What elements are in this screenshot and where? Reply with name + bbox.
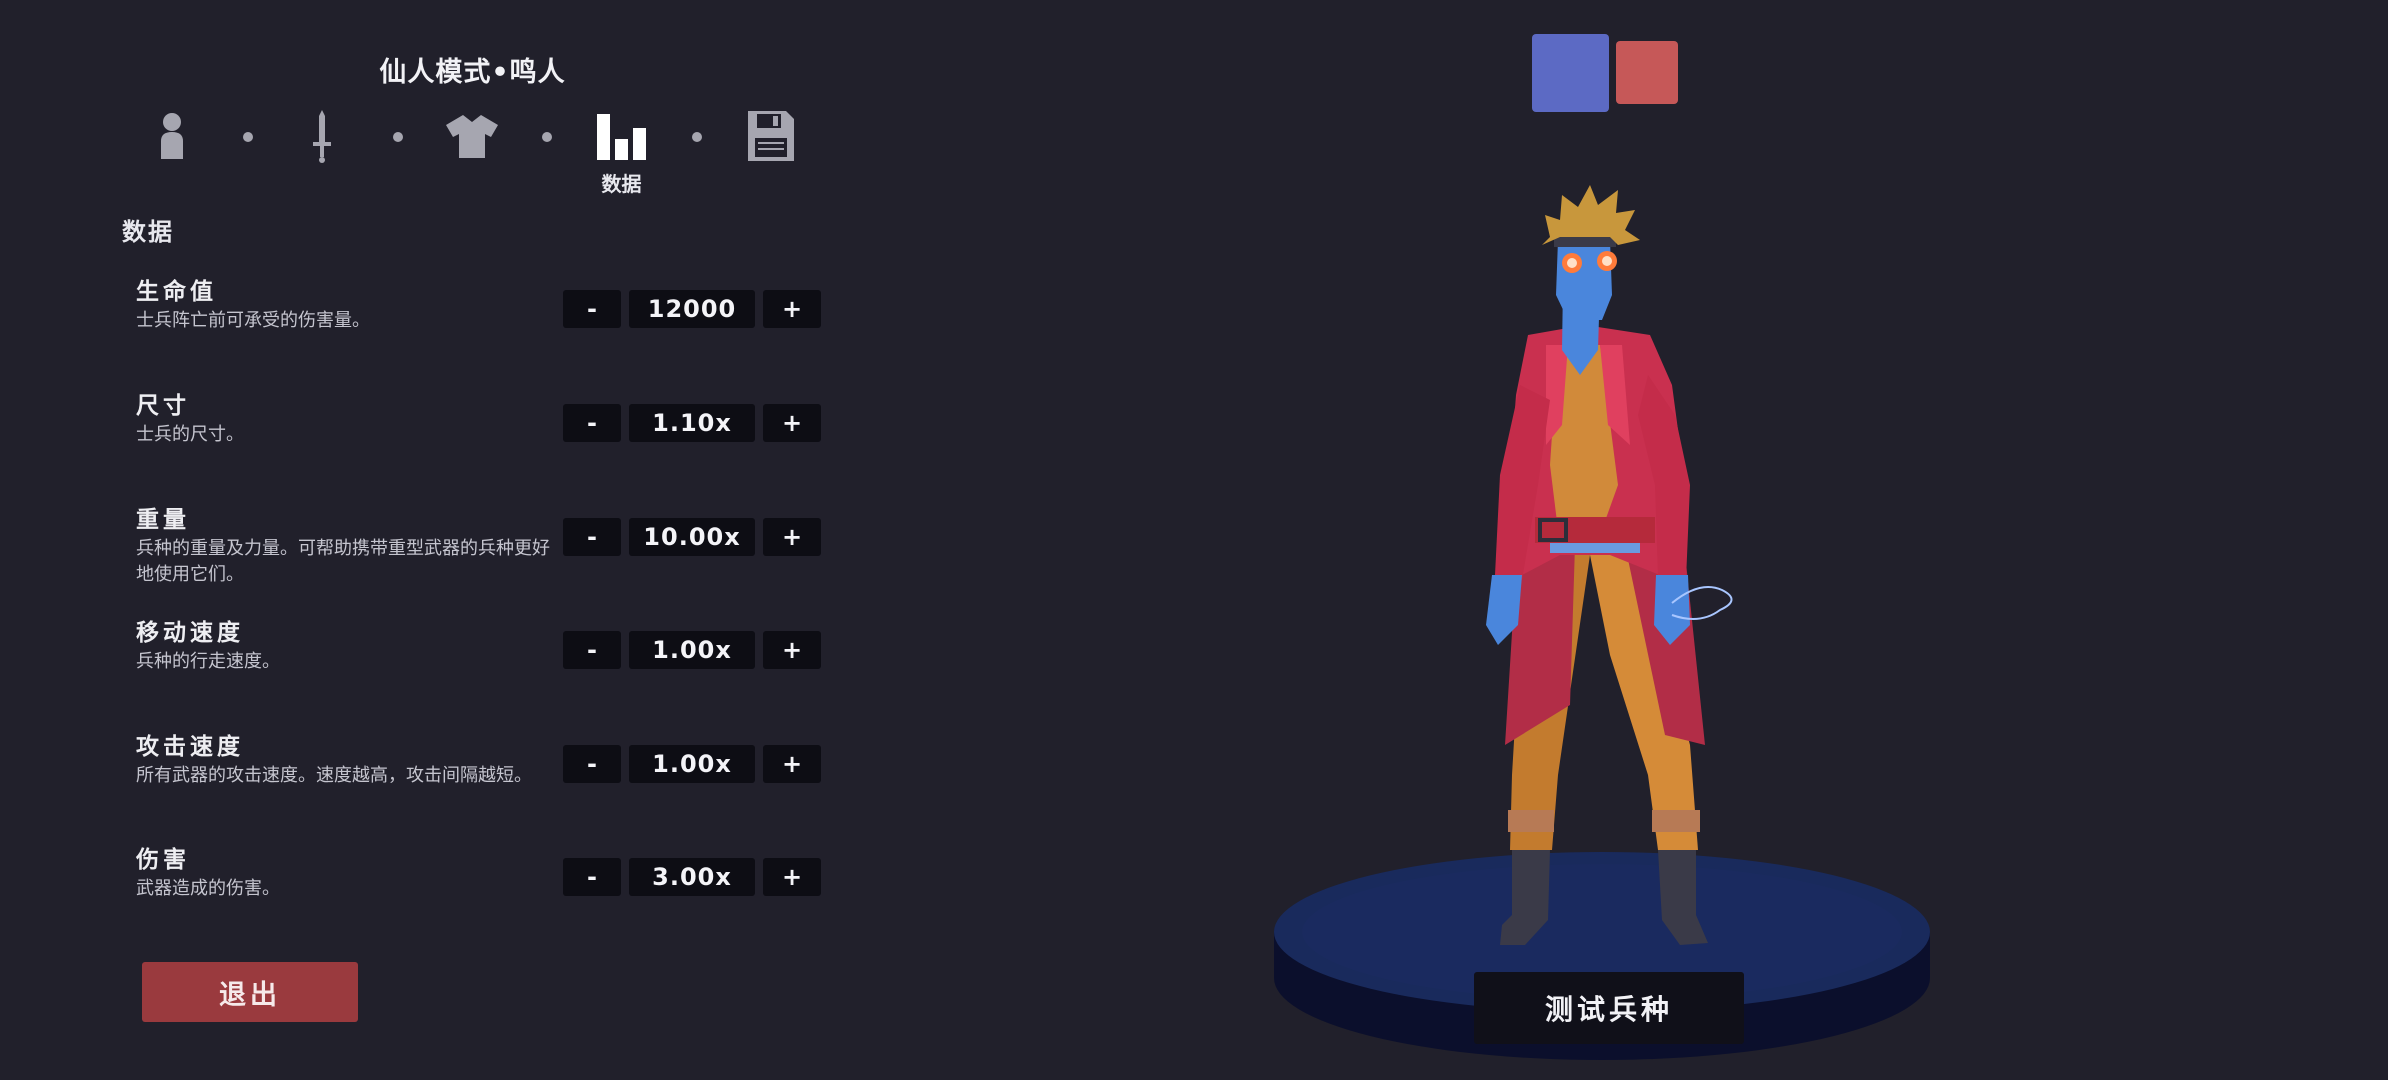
stat-description: 兵种的行走速度。	[136, 651, 280, 672]
decrease-button[interactable]: -	[563, 745, 621, 783]
stat-description: 武器造成的伤害。	[136, 878, 280, 899]
stat-name: 伤害	[136, 847, 190, 873]
step-weapons[interactable]	[300, 108, 344, 164]
stat-value: 10.00x	[629, 518, 755, 556]
step-separator-dot	[542, 132, 552, 142]
stat-row-health: 生命值 士兵阵亡前可承受的伤害量。 - 12000 +	[0, 272, 900, 382]
step-separator-dot	[393, 132, 403, 142]
stat-row-weight: 重量 兵种的重量及力量。可帮助携带重型武器的兵种更好地使用它们。 - 10.00…	[0, 500, 900, 610]
bar-chart-icon	[597, 114, 646, 160]
stat-name: 攻击速度	[136, 734, 244, 760]
step-separator-dot	[692, 132, 702, 142]
stat-value: 1.10x	[629, 404, 755, 442]
stat-name: 移动速度	[136, 620, 244, 646]
team-red-button[interactable]	[1616, 41, 1678, 104]
increase-button[interactable]: +	[763, 404, 821, 442]
stat-row-attack-speed: 攻击速度 所有武器的攻击速度。速度越高，攻击间隔越短。 - 1.00x +	[0, 727, 900, 837]
step-separator-dot	[243, 132, 253, 142]
stat-name: 尺寸	[136, 393, 190, 419]
increase-button[interactable]: +	[763, 518, 821, 556]
step-appearance[interactable]	[152, 110, 192, 162]
stat-description: 士兵的尺寸。	[136, 424, 244, 445]
increase-button[interactable]: +	[763, 290, 821, 328]
stat-value: 3.00x	[629, 858, 755, 896]
increase-button[interactable]: +	[763, 745, 821, 783]
stat-description: 所有武器的攻击速度。速度越高，攻击间隔越短。	[136, 765, 532, 786]
decrease-button[interactable]: -	[563, 858, 621, 896]
stat-description: 兵种的重量及力量。可帮助携带重型武器的兵种更好地使用它们。	[136, 538, 550, 585]
stat-name: 重量	[136, 507, 190, 533]
step-clothing[interactable]	[442, 110, 502, 162]
decrease-button[interactable]: -	[563, 518, 621, 556]
test-unit-button[interactable]: 测试兵种	[1474, 972, 1744, 1044]
unit-character-model	[1486, 185, 1733, 945]
shirt-icon	[446, 115, 498, 158]
sword-icon	[313, 110, 331, 163]
stat-value: 1.00x	[629, 745, 755, 783]
increase-button[interactable]: +	[763, 858, 821, 896]
step-stats[interactable]	[594, 112, 650, 162]
stat-value: 12000	[629, 290, 755, 328]
decrease-button[interactable]: -	[563, 290, 621, 328]
section-title: 数据	[122, 218, 174, 246]
person-icon	[161, 113, 183, 159]
decrease-button[interactable]: -	[563, 404, 621, 442]
editor-steps: 数据	[0, 0, 900, 200]
step-save[interactable]	[744, 108, 798, 164]
increase-button[interactable]: +	[763, 631, 821, 669]
floppy-disk-icon	[748, 111, 794, 161]
team-blue-button[interactable]	[1532, 34, 1609, 112]
decrease-button[interactable]: -	[563, 631, 621, 669]
stat-row-move-speed: 移动速度 兵种的行走速度。 - 1.00x +	[0, 613, 900, 723]
stat-name: 生命值	[136, 279, 217, 305]
stat-description: 士兵阵亡前可承受的伤害量。	[136, 310, 370, 331]
stat-value: 1.00x	[629, 631, 755, 669]
step-stats-caption: 数据	[601, 172, 642, 196]
exit-button[interactable]: 退出	[142, 962, 358, 1022]
stat-row-size: 尺寸 士兵的尺寸。 - 1.10x +	[0, 386, 900, 496]
stat-row-damage: 伤害 武器造成的伤害。 - 3.00x +	[0, 840, 900, 950]
